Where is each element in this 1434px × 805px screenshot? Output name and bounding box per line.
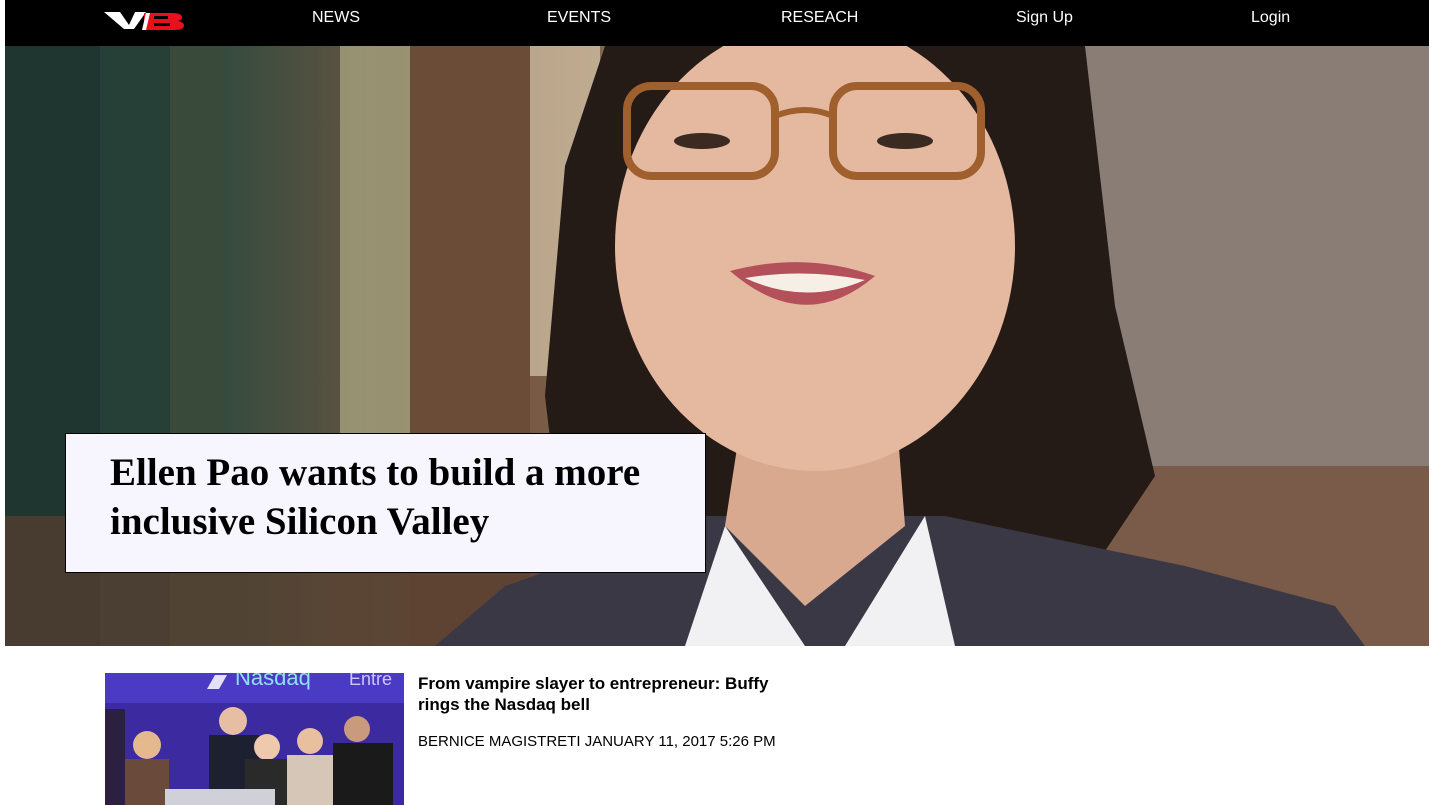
nav-signup-link[interactable]: Sign Up <box>1016 9 1073 27</box>
nav-news-link[interactable]: NEWS <box>312 9 360 27</box>
article-thumbnail[interactable]: Nasdaq Entre <box>105 673 404 805</box>
vb-logo[interactable] <box>102 6 192 32</box>
hero-headline-box[interactable]: Ellen Pao wants to build a more inclusiv… <box>65 433 706 573</box>
article-meta: BERNICE MAGISTRETI JANUARY 11, 2017 5:26… <box>418 733 783 751</box>
article-title-link[interactable]: From vampire slayer to entrepreneur: Buf… <box>418 673 778 715</box>
page: NEWS EVENTS RESEACH Sign Up Login Ellen … <box>0 0 1434 805</box>
nav-login-link[interactable]: Login <box>1251 9 1290 27</box>
vb-logo-icon <box>104 12 184 30</box>
top-nav-bar: NEWS EVENTS RESEACH Sign Up Login <box>5 0 1429 46</box>
nav-events-link[interactable]: EVENTS <box>547 9 611 27</box>
nasdaq-bell-photo: Nasdaq Entre <box>105 673 404 805</box>
article-author: BERNICE MAGISTRETI <box>418 733 581 750</box>
nav-research-link[interactable]: RESEACH <box>781 9 858 27</box>
thumbnail-entre-text: Entre <box>349 673 392 689</box>
article-date: JANUARY 11, 2017 5:26 PM <box>584 733 776 750</box>
thumbnail-nasdaq-text: Nasdaq <box>235 673 311 690</box>
hero-headline[interactable]: Ellen Pao wants to build a more inclusiv… <box>110 448 685 546</box>
